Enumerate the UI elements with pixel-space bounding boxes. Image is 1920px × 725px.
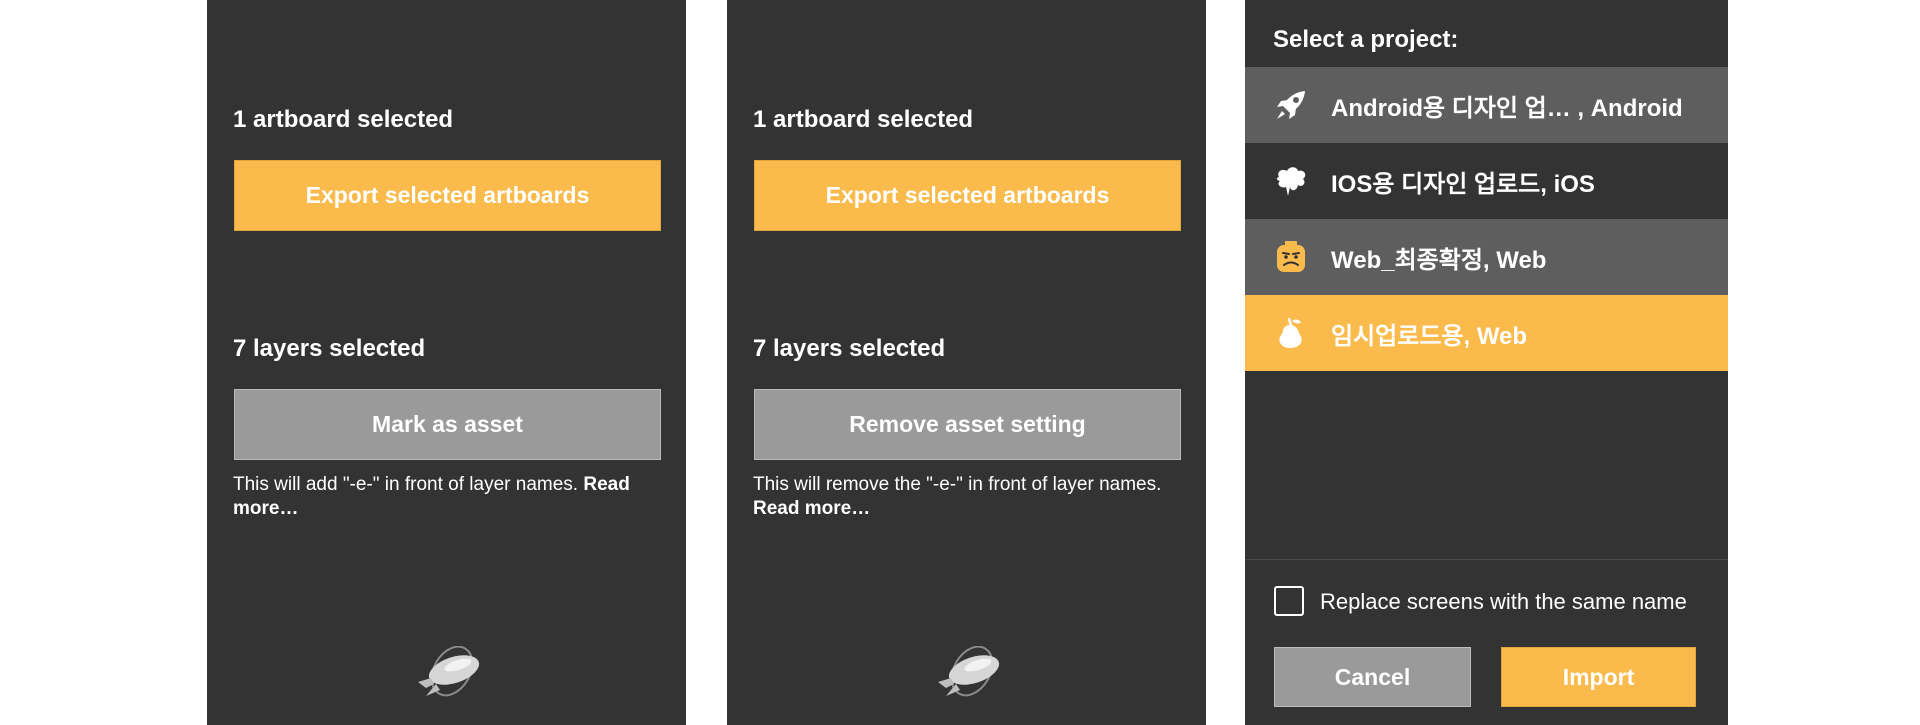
zeppelin-logo-icon — [418, 646, 480, 697]
pear-icon — [1271, 313, 1311, 353]
description-text: This will remove the "-e-" in front of l… — [753, 474, 1162, 495]
artboard-selected-label: 1 artboard selected — [233, 106, 454, 133]
remove-asset-setting-button[interactable]: Remove asset setting — [754, 389, 1181, 460]
project-item-android[interactable]: Android용 디자인 업… , Android — [1245, 67, 1728, 143]
export-panel-remove-asset: 1 artboard selected Export selected artb… — [727, 0, 1206, 725]
select-project-title: Select a project: — [1273, 26, 1459, 53]
replace-screens-checkbox[interactable] — [1274, 586, 1304, 616]
export-artboards-button[interactable]: Export selected artboards — [754, 160, 1181, 231]
read-more-link[interactable]: Read more… — [753, 498, 870, 519]
layers-selected-label: 7 layers selected — [233, 335, 426, 362]
replace-screens-label: Replace screens with the same name — [1320, 589, 1687, 614]
project-item-label: Android용 디자인 업… , Android — [1331, 94, 1683, 122]
cancel-button[interactable]: Cancel — [1274, 647, 1471, 707]
layers-selected-label: 7 layers selected — [753, 335, 946, 362]
project-item-web-final[interactable]: Web_최종확정, Web — [1245, 219, 1728, 295]
lego-face-icon — [1271, 237, 1311, 277]
export-artboards-button[interactable]: Export selected artboards — [234, 160, 661, 231]
import-button[interactable]: Import — [1501, 647, 1696, 707]
description-text: This will add "-e-" in front of layer na… — [233, 474, 579, 495]
artboard-selected-label: 1 artboard selected — [753, 106, 974, 133]
project-item-temp-upload[interactable]: 임시업로드용, Web — [1245, 295, 1728, 371]
project-list: Android용 디자인 업… , Android IOS용 디자인 업로드, … — [1245, 67, 1728, 371]
project-item-label: 임시업로드용, Web — [1331, 322, 1528, 350]
rocket-icon — [1271, 85, 1311, 125]
mark-as-asset-button[interactable]: Mark as asset — [234, 389, 661, 460]
asset-description: This will remove the "-e-" in front of l… — [753, 473, 1193, 521]
project-item-label: Web_최종확정, Web — [1331, 246, 1547, 274]
divider — [1245, 559, 1728, 560]
asset-description: This will add "-e-" in front of layer na… — [233, 473, 673, 521]
project-item-ios[interactable]: IOS용 디자인 업로드, iOS — [1245, 143, 1728, 219]
project-item-label: IOS용 디자인 업로드, iOS — [1331, 170, 1595, 198]
ink-splash-icon — [1271, 161, 1311, 201]
export-panel-mark-asset: 1 artboard selected Export selected artb… — [207, 0, 686, 725]
import-project-dialog: Select a project: Android용 디자인 업… , Andr… — [1245, 0, 1728, 725]
zeppelin-logo-icon — [938, 646, 1000, 697]
